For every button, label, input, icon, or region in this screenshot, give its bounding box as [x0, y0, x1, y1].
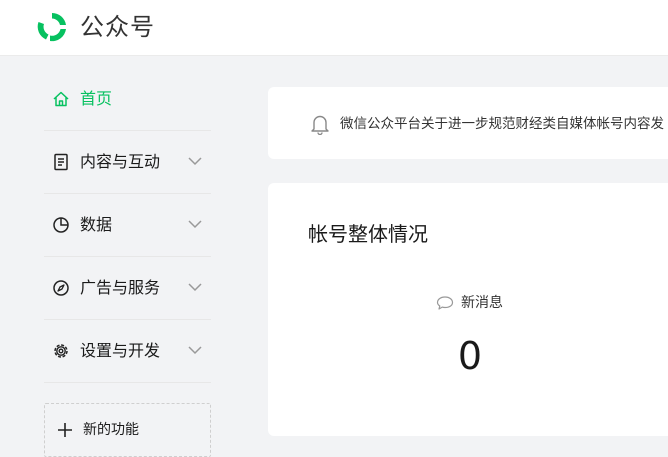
plus-icon — [58, 423, 72, 437]
stat-label-text: 新消息 — [461, 295, 503, 311]
new-feature-button[interactable]: 新的功能 — [44, 403, 211, 457]
sidebar-item-label: 数据 — [80, 215, 113, 234]
account-overview-title: 帐号整体情况 — [308, 222, 428, 246]
sidebar-item-home[interactable]: 首页 — [44, 68, 211, 131]
wechat-official-account-logo-icon[interactable] — [35, 10, 69, 44]
sidebar-item-data[interactable]: 数据 — [44, 194, 211, 257]
document-icon — [54, 153, 68, 171]
sidebar-item-label: 广告与服务 — [80, 278, 161, 297]
home-icon — [53, 91, 69, 107]
pie-chart-icon — [53, 217, 69, 233]
sidebar-item-label: 内容与互动 — [80, 152, 161, 171]
sidebar-item-content-interaction[interactable]: 内容与互动 — [44, 131, 211, 194]
sidebar-nav: 首页 内容与互动 数据 广告与服务 设置与开发 — [0, 56, 240, 456]
app-title: 公众号 — [80, 13, 155, 41]
sidebar-item-label: 设置与开发 — [80, 341, 161, 360]
bell-icon — [311, 115, 329, 135]
new-feature-label: 新的功能 — [83, 422, 139, 438]
chevron-down-icon[interactable] — [187, 344, 203, 356]
sidebar-item-ads-services[interactable]: 广告与服务 — [44, 257, 211, 320]
new-messages-count[interactable]: 0 — [428, 333, 512, 379]
chevron-down-icon[interactable] — [187, 281, 203, 293]
top-header: 公众号 — [0, 0, 668, 56]
account-overview-card: 帐号整体情况 新消息 0 — [268, 183, 668, 436]
sidebar-item-settings-dev[interactable]: 设置与开发 — [44, 320, 211, 383]
chevron-down-icon[interactable] — [187, 155, 203, 167]
chevron-down-icon[interactable] — [187, 218, 203, 230]
gear-icon — [54, 344, 68, 358]
chat-bubble-icon — [436, 296, 454, 310]
compass-icon — [53, 280, 69, 296]
notice-banner[interactable]: 微信公众平台关于进一步规范财经类自媒体帐号内容发 — [268, 87, 668, 159]
notice-text[interactable]: 微信公众平台关于进一步规范财经类自媒体帐号内容发 — [340, 114, 664, 134]
sidebar-item-label: 首页 — [80, 89, 113, 108]
